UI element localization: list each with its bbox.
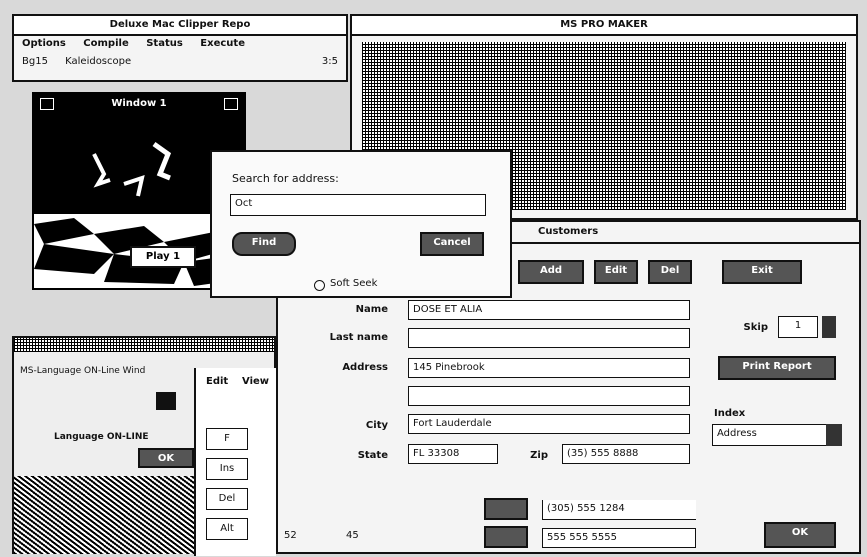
city-label: City: [365, 420, 388, 431]
zip-field[interactable]: (35) 555 8888: [562, 444, 690, 464]
music-counter: 3:5: [321, 56, 338, 67]
add-button[interactable]: Add: [518, 260, 584, 284]
chevron-down-icon[interactable]: [826, 424, 842, 446]
noise-texture: [14, 476, 194, 554]
phone1-field[interactable]: (305) 555 1284: [542, 500, 696, 520]
name-field[interactable]: DOSE ET ALIA: [408, 300, 690, 320]
coord-y: 45: [346, 530, 359, 541]
soft-seek-radio-icon[interactable]: [314, 280, 325, 291]
music-window: Deluxe Mac Clipper Repo Options Compile …: [12, 14, 348, 82]
menu-execute[interactable]: Execute: [200, 38, 245, 49]
index-label: Index: [714, 408, 746, 419]
state-field[interactable]: FL 33308: [408, 444, 498, 464]
edit-button[interactable]: Edit: [594, 260, 638, 284]
graphics-window-title: Window 1: [111, 98, 167, 109]
close-box-icon[interactable]: [40, 98, 54, 110]
delete-button[interactable]: Del: [648, 260, 692, 284]
music-window-title: Deluxe Mac Clipper Repo: [14, 16, 346, 36]
skip-field[interactable]: 1: [778, 316, 818, 338]
index-select[interactable]: Address: [712, 424, 832, 446]
keypad-panel: Edit View F Ins Del Alt: [194, 368, 276, 556]
lower-left-titlebar: [14, 338, 274, 352]
music-submenu: Bg15 Kaleidoscope: [22, 56, 145, 67]
lower-left-window: MS-Language ON-Line Wind Language ON-LIN…: [12, 336, 276, 556]
menu-edit[interactable]: Edit: [206, 376, 228, 387]
lower-left-icon: [156, 392, 176, 410]
cancel-button[interactable]: Cancel: [420, 232, 484, 256]
last-name-field[interactable]: [408, 328, 690, 348]
zip-label: Zip: [530, 450, 548, 461]
lower-left-title: MS-Language ON-Line Wind: [20, 366, 146, 376]
menu-view[interactable]: View: [242, 376, 269, 387]
phone1-button[interactable]: [484, 498, 528, 520]
play-button[interactable]: Play 1: [130, 246, 196, 268]
music-menu-bar: Options Compile Status Execute: [22, 38, 259, 49]
skip-stepper-icon[interactable]: [822, 316, 836, 338]
address-label: Address: [342, 362, 388, 373]
key-f[interactable]: F: [206, 428, 248, 450]
city-field[interactable]: Fort Lauderdale: [408, 414, 690, 434]
lower-left-text: Language ON-LINE: [54, 432, 149, 442]
state-label: State: [357, 450, 388, 461]
submenu-kaleidoscope[interactable]: Kaleidoscope: [65, 56, 131, 67]
search-input[interactable]: Oct: [230, 194, 486, 216]
menu-options[interactable]: Options: [22, 38, 66, 49]
submenu-bg15[interactable]: Bg15: [22, 56, 48, 67]
skip-label: Skip: [743, 322, 768, 333]
zoom-box-icon[interactable]: [224, 98, 238, 110]
main-window-title: MS PRO MAKER: [352, 16, 856, 36]
print-report-button[interactable]: Print Report: [718, 356, 836, 380]
name-label: Name: [355, 304, 388, 315]
last-name-label: Last name: [329, 332, 388, 343]
soft-seek-label: Soft Seek: [330, 278, 378, 289]
address2-field[interactable]: [408, 386, 690, 406]
coord-x: 52: [284, 530, 297, 541]
key-del[interactable]: Del: [206, 488, 248, 510]
address-field[interactable]: 145 Pinebrook: [408, 358, 690, 378]
ok-button[interactable]: OK: [764, 522, 836, 548]
menu-compile[interactable]: Compile: [83, 38, 128, 49]
key-alt[interactable]: Alt: [206, 518, 248, 540]
key-ins[interactable]: Ins: [206, 458, 248, 480]
search-prompt: Search for address:: [232, 172, 339, 185]
phone2-field[interactable]: 555 555 5555: [542, 528, 696, 548]
lower-left-ok-button[interactable]: OK: [138, 448, 194, 468]
find-button[interactable]: Find: [232, 232, 296, 256]
search-dialog: Search for address: Oct Find Cancel Soft…: [210, 150, 512, 298]
menu-status[interactable]: Status: [146, 38, 183, 49]
exit-button[interactable]: Exit: [722, 260, 802, 284]
form-title: Customers: [538, 226, 599, 237]
phone2-button[interactable]: [484, 526, 528, 548]
